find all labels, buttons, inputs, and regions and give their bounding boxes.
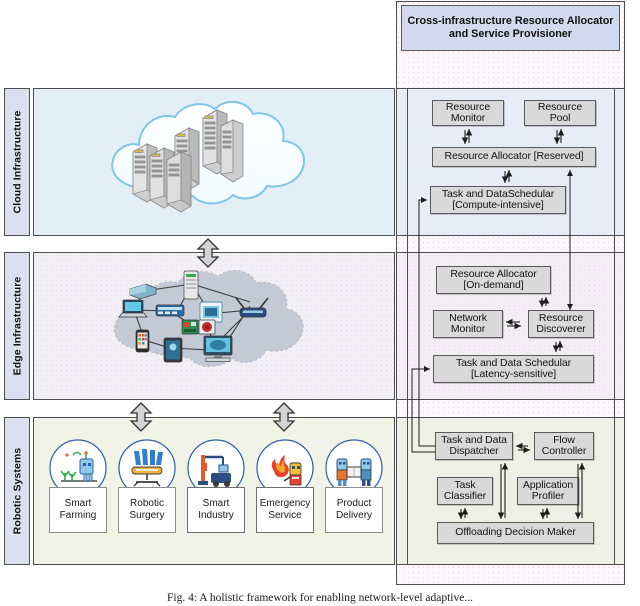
edge-network-illustration (113, 270, 304, 367)
layer-label-cloud-text: Cloud Infrastructure (11, 110, 23, 214)
block-task-classifier[interactable]: Task Classifier (437, 477, 493, 505)
layer-label-edge-text: Edge Infrastructure (11, 276, 24, 376)
layer-label-edge: Edge Infrastructure (4, 252, 30, 400)
layer-label-robot-text: Robotic Systems (11, 447, 24, 535)
app-smart-industry-label-1: Smart (202, 497, 230, 509)
block-resource-discoverer[interactable]: Resource Discoverer (528, 310, 594, 338)
block-flow-controller-line-2: Controller (541, 445, 587, 457)
block-resource-pool-line-2: Pool (549, 112, 571, 124)
block-task-data-dispatcher-line-2: Dispatcher (449, 445, 499, 457)
app-emergency-service-label-2: Service (268, 510, 302, 521)
block-task-data-schedular-latency-line-2: [Latency-sensitive] (470, 368, 557, 380)
app-product-delivery[interactable]: Product Delivery (323, 437, 385, 545)
block-task-data-schedular-compute-line-2: [Compute-intensive] (452, 199, 544, 211)
right-inner-rule-right (614, 88, 615, 565)
edge-robot-interconnect-arrow-right (272, 402, 296, 432)
app-emergency-service-label-1: Emergency (259, 497, 311, 509)
app-smart-industry-label-2: Industry (198, 510, 234, 521)
right-inner-rule-left (407, 88, 408, 565)
banner-line-2: and Service Provisioner (448, 28, 573, 40)
edge-robot-interconnect-arrow-left (129, 402, 153, 432)
app-smart-farming[interactable]: Smart Farming (47, 437, 109, 545)
block-task-data-dispatcher[interactable]: Task and Data Dispatcher (435, 432, 513, 460)
figure-root: Cloud Infrastructure Edge Infrastructure… (0, 0, 640, 606)
layer-label-cloud: Cloud Infrastructure (4, 88, 30, 236)
block-resource-allocator-ondemand[interactable]: Resource Allocator [On-demand] (436, 266, 551, 294)
block-task-classifier-line-2: Classifier (443, 490, 487, 502)
block-network-monitor-line-2: Monitor (450, 323, 486, 335)
block-flow-controller[interactable]: Flow Controller (534, 432, 594, 460)
block-application-profiler[interactable]: Application Profiler (517, 477, 579, 505)
app-robotic-surgery[interactable]: Robotic Surgery (116, 437, 178, 545)
block-resource-monitor-line-2: Monitor (450, 112, 486, 124)
layer-label-robot: Robotic Systems (4, 417, 30, 565)
app-robotic-surgery-label-2: Surgery (129, 510, 165, 521)
cloud-edge-interconnect-arrow (196, 238, 220, 268)
banner-line-1: Cross-infrastructure Resource Allocator (407, 15, 614, 27)
app-smart-farming-label-2: Farming (59, 510, 97, 521)
app-robotic-surgery-label-1: Robotic (130, 497, 164, 509)
block-application-profiler-line-2: Profiler (531, 490, 565, 502)
figure-caption: Fig. 4: A holistic framework for enablin… (167, 592, 473, 604)
app-smart-farming-label-1: Smart (64, 497, 92, 509)
app-product-delivery-label-1: Product (336, 497, 372, 509)
block-resource-pool[interactable]: Resource Pool (524, 100, 596, 126)
block-resource-discoverer-line-2: Discoverer (536, 323, 586, 335)
right-column-banner: Cross-infrastructure Resource Allocator … (401, 5, 620, 51)
block-resource-allocator-ondemand-line-2: [On-demand] (463, 279, 524, 291)
cloud-datacenter-illustration (111, 101, 306, 213)
block-offloading-decision-maker[interactable]: Offloading Decision Maker (437, 522, 594, 544)
app-smart-industry[interactable]: Smart Industry (185, 437, 247, 545)
block-task-data-schedular-compute[interactable]: Task and DataSchedular [Compute-intensiv… (430, 186, 566, 214)
block-offloading-decision-maker-label: Offloading Decision Maker (455, 526, 576, 539)
app-product-delivery-label-2: Delivery (335, 510, 373, 521)
block-task-data-schedular-latency[interactable]: Task and Data Schedular [Latency-sensiti… (433, 355, 594, 383)
block-resource-allocator-reserved[interactable]: Resource Allocator [Reserved] (432, 147, 596, 167)
block-network-monitor[interactable]: Network Monitor (433, 310, 503, 338)
block-resource-allocator-reserved-label: Resource Allocator [Reserved] (444, 150, 584, 163)
app-emergency-service[interactable]: Emergency Service (254, 437, 316, 545)
block-resource-monitor[interactable]: Resource Monitor (432, 100, 504, 126)
